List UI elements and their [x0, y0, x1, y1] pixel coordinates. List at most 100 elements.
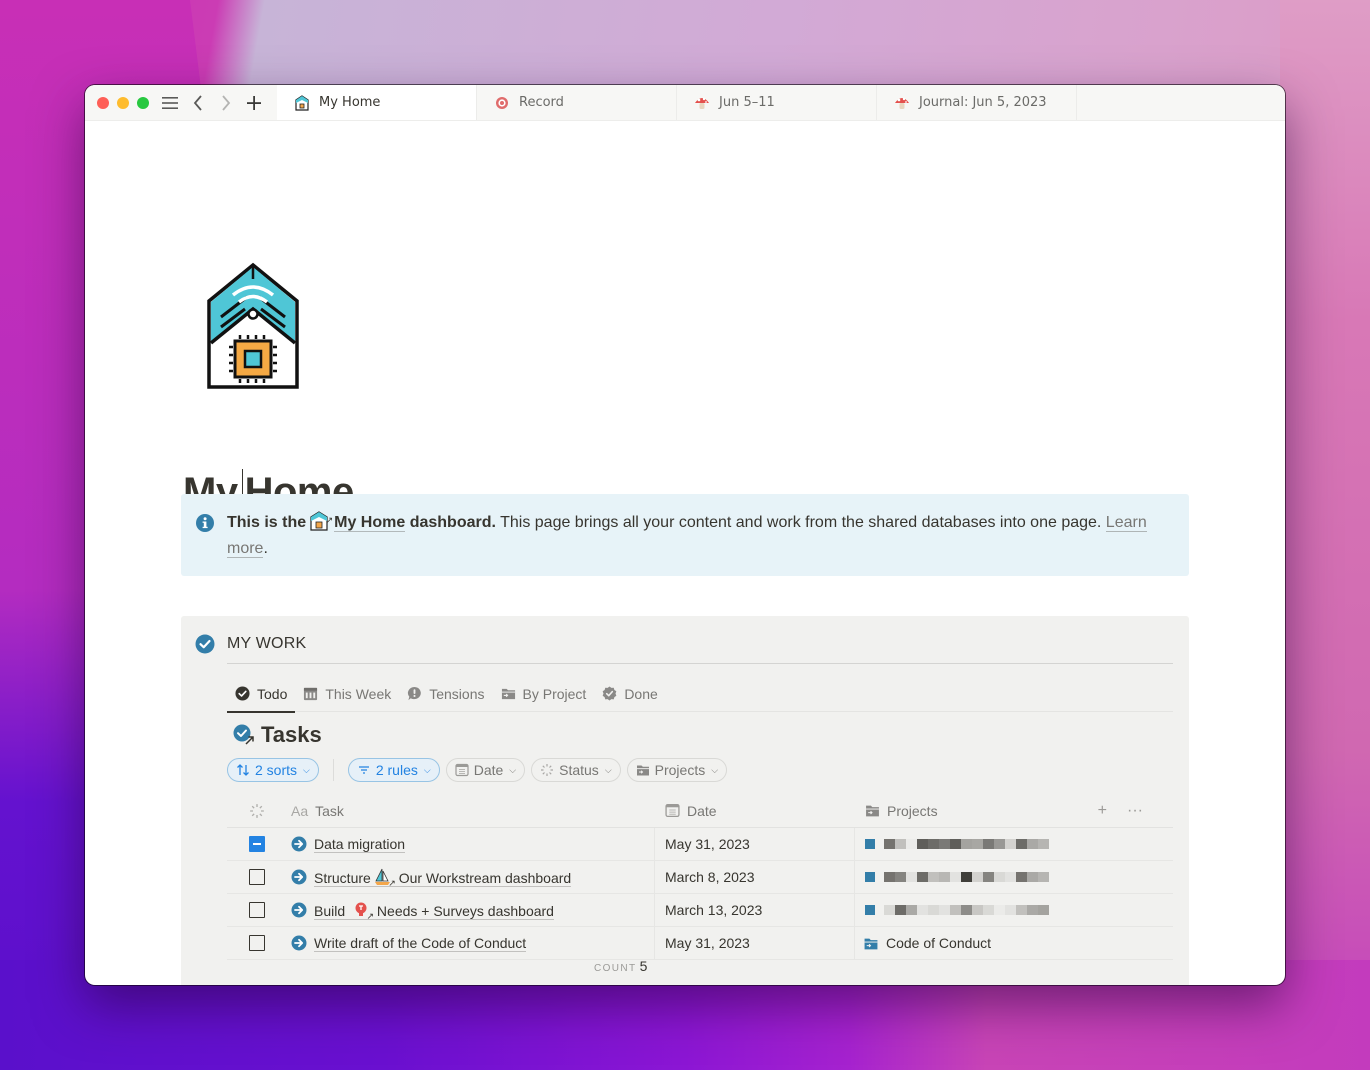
project-icon: [865, 839, 875, 849]
projects-cell[interactable]: [855, 828, 1087, 860]
arrow-circle-icon: [291, 869, 307, 885]
callout-end-punct: .: [263, 540, 268, 557]
page-content: My Home This is the ↗ My Home dashboard. Th…: [85, 121, 1285, 985]
chevron-down-icon: ⌵: [711, 764, 719, 775]
chevron-left-icon[interactable]: [189, 94, 207, 112]
view-tab-tensions[interactable]: Tensions: [399, 676, 492, 712]
tab-strip: My Home Record Jun 5–11 Journal: Jun 5, …: [277, 85, 1285, 120]
learn-more-link[interactable]: more: [227, 540, 264, 558]
task-title-text: Build: [314, 902, 346, 919]
column-header-status[interactable]: [227, 794, 287, 827]
task-title[interactable]: Data migration: [314, 836, 406, 853]
view-tab-label: By Project: [522, 685, 587, 702]
date-cell[interactable]: March 13, 2023: [655, 894, 855, 926]
count-label: COUNT: [594, 963, 637, 974]
tab-journal-jun-5-2023[interactable]: Journal: Jun 5, 2023: [877, 85, 1077, 120]
date-cell[interactable]: March 8, 2023: [655, 861, 855, 893]
nav-controls: [149, 85, 277, 120]
view-tab-label: Todo: [257, 685, 288, 702]
column-header-date[interactable]: Date: [655, 794, 855, 827]
callout-bold-text: dashboard.: [409, 514, 496, 531]
status-checkbox[interactable]: [249, 869, 265, 885]
column-header-projects[interactable]: Projects: [855, 794, 1087, 827]
status-checkbox[interactable]: [249, 836, 265, 852]
more-options-icon[interactable]: ···: [1127, 802, 1143, 820]
database-title[interactable]: Tasks: [233, 722, 322, 748]
info-callout: This is the ↗ My Home dashboard. This page…: [181, 494, 1189, 576]
view-tab-by-project[interactable]: By Project: [493, 676, 595, 712]
minimize-window-button[interactable]: [117, 96, 129, 109]
folder-icon: [636, 765, 649, 776]
projects-cell[interactable]: Code of Conduct: [855, 927, 1087, 959]
table-row[interactable]: Structure ↗ Our Workstream dashboard Marc…: [227, 861, 1173, 894]
column-header-task[interactable]: Aa Task: [287, 794, 655, 827]
linked-page-title: Needs + Surveys dashboard: [376, 902, 554, 919]
view-tab-todo[interactable]: Todo: [227, 676, 296, 713]
plus-icon[interactable]: [245, 94, 263, 112]
my-home-link[interactable]: My Home: [334, 514, 406, 532]
date-cell[interactable]: May 31, 2023: [655, 828, 855, 860]
view-tab-label: Tensions: [429, 685, 485, 702]
view-tab-label: This Week: [325, 685, 392, 702]
status-spinner-icon: [250, 803, 264, 818]
table-row[interactable]: Build ↗ Needs + Surveys dashboard March …: [227, 894, 1173, 927]
projects-filter-label: Projects: [654, 762, 706, 778]
tab-label: My Home: [319, 95, 381, 110]
target-icon: [494, 95, 510, 111]
add-property-icon[interactable]: +: [1098, 802, 1107, 820]
view-tab-done[interactable]: Done: [594, 676, 665, 712]
tab-my-home[interactable]: My Home: [277, 85, 477, 120]
view-tabs: Todo This Week Tensions By Project Done: [227, 676, 1173, 713]
task-cell[interactable]: Data migration: [287, 828, 655, 860]
check-circle-icon: [195, 634, 215, 654]
callout-body-text: This page brings all your content and wo…: [495, 514, 1106, 531]
smart-home-icon[interactable]: [203, 261, 303, 391]
chevron-right-icon[interactable]: [217, 94, 235, 112]
learn-more-link[interactable]: Learn: [1105, 514, 1147, 532]
calendar-icon: [455, 763, 469, 777]
maximize-window-button[interactable]: [137, 96, 149, 109]
task-cell[interactable]: Write draft of the Code of Conduct: [287, 927, 655, 959]
table-header-actions: + ···: [1098, 794, 1143, 828]
project-icon: [865, 905, 875, 915]
check-circle-link-icon: [233, 724, 255, 746]
app-window: My Home Record Jun 5–11 Journal: Jun 5, …: [85, 85, 1285, 985]
row-status: [227, 828, 287, 860]
task-title[interactable]: Write draft of the Code of Conduct: [314, 935, 527, 952]
status-filter-button[interactable]: Status ⌵: [531, 758, 621, 782]
row-status: [227, 861, 287, 893]
tab-record[interactable]: Record: [477, 85, 677, 120]
view-tab-this-week[interactable]: This Week: [295, 676, 399, 712]
status-filter-label: Status: [559, 762, 599, 778]
table-row[interactable]: Data migration May 31, 2023: [227, 828, 1173, 861]
window-controls: [85, 85, 149, 120]
status-checkbox[interactable]: [249, 902, 265, 918]
table-row[interactable]: Write draft of the Code of Conduct May 3…: [227, 927, 1173, 960]
mushroom-icon: [694, 95, 710, 111]
date-filter-button[interactable]: Date ⌵: [445, 758, 526, 782]
project-link[interactable]: Code of Conduct: [886, 935, 991, 951]
task-title[interactable]: Structure ↗ Our Workstream dashboard: [314, 868, 572, 888]
filter-bar: 2 sorts ⌵ 2 rules ⌵ Date ⌵ Status ⌵ Proj…: [227, 758, 728, 782]
sailboat-icon: ↗: [374, 868, 396, 888]
close-window-button[interactable]: [97, 96, 109, 109]
hamburger-icon[interactable]: [161, 94, 179, 112]
rules-label: 2 rules: [375, 762, 418, 778]
filter-rules-button[interactable]: 2 rules ⌵: [347, 758, 440, 782]
projects-cell[interactable]: [855, 861, 1087, 893]
projects-cell[interactable]: [855, 894, 1087, 926]
my-work-section: MY WORK Todo This Week Tensions By Proje…: [181, 616, 1189, 985]
column-header-label: Date: [687, 802, 717, 819]
task-cell[interactable]: Structure ↗ Our Workstream dashboard: [287, 861, 655, 893]
tab-jun-5-11[interactable]: Jun 5–11: [677, 85, 877, 120]
divider: [227, 663, 1173, 664]
task-title[interactable]: Build ↗ Needs + Surveys dashboard: [314, 901, 554, 921]
projects-filter-button[interactable]: Projects ⌵: [626, 758, 728, 782]
filter-icon: [358, 766, 369, 774]
status-checkbox[interactable]: [249, 935, 265, 951]
smart-home-icon: [294, 94, 310, 111]
date-cell[interactable]: May 31, 2023: [655, 927, 855, 959]
tab-label: Record: [519, 95, 564, 110]
task-cell[interactable]: Build ↗ Needs + Surveys dashboard: [287, 894, 655, 926]
sorts-button[interactable]: 2 sorts ⌵: [227, 758, 319, 782]
